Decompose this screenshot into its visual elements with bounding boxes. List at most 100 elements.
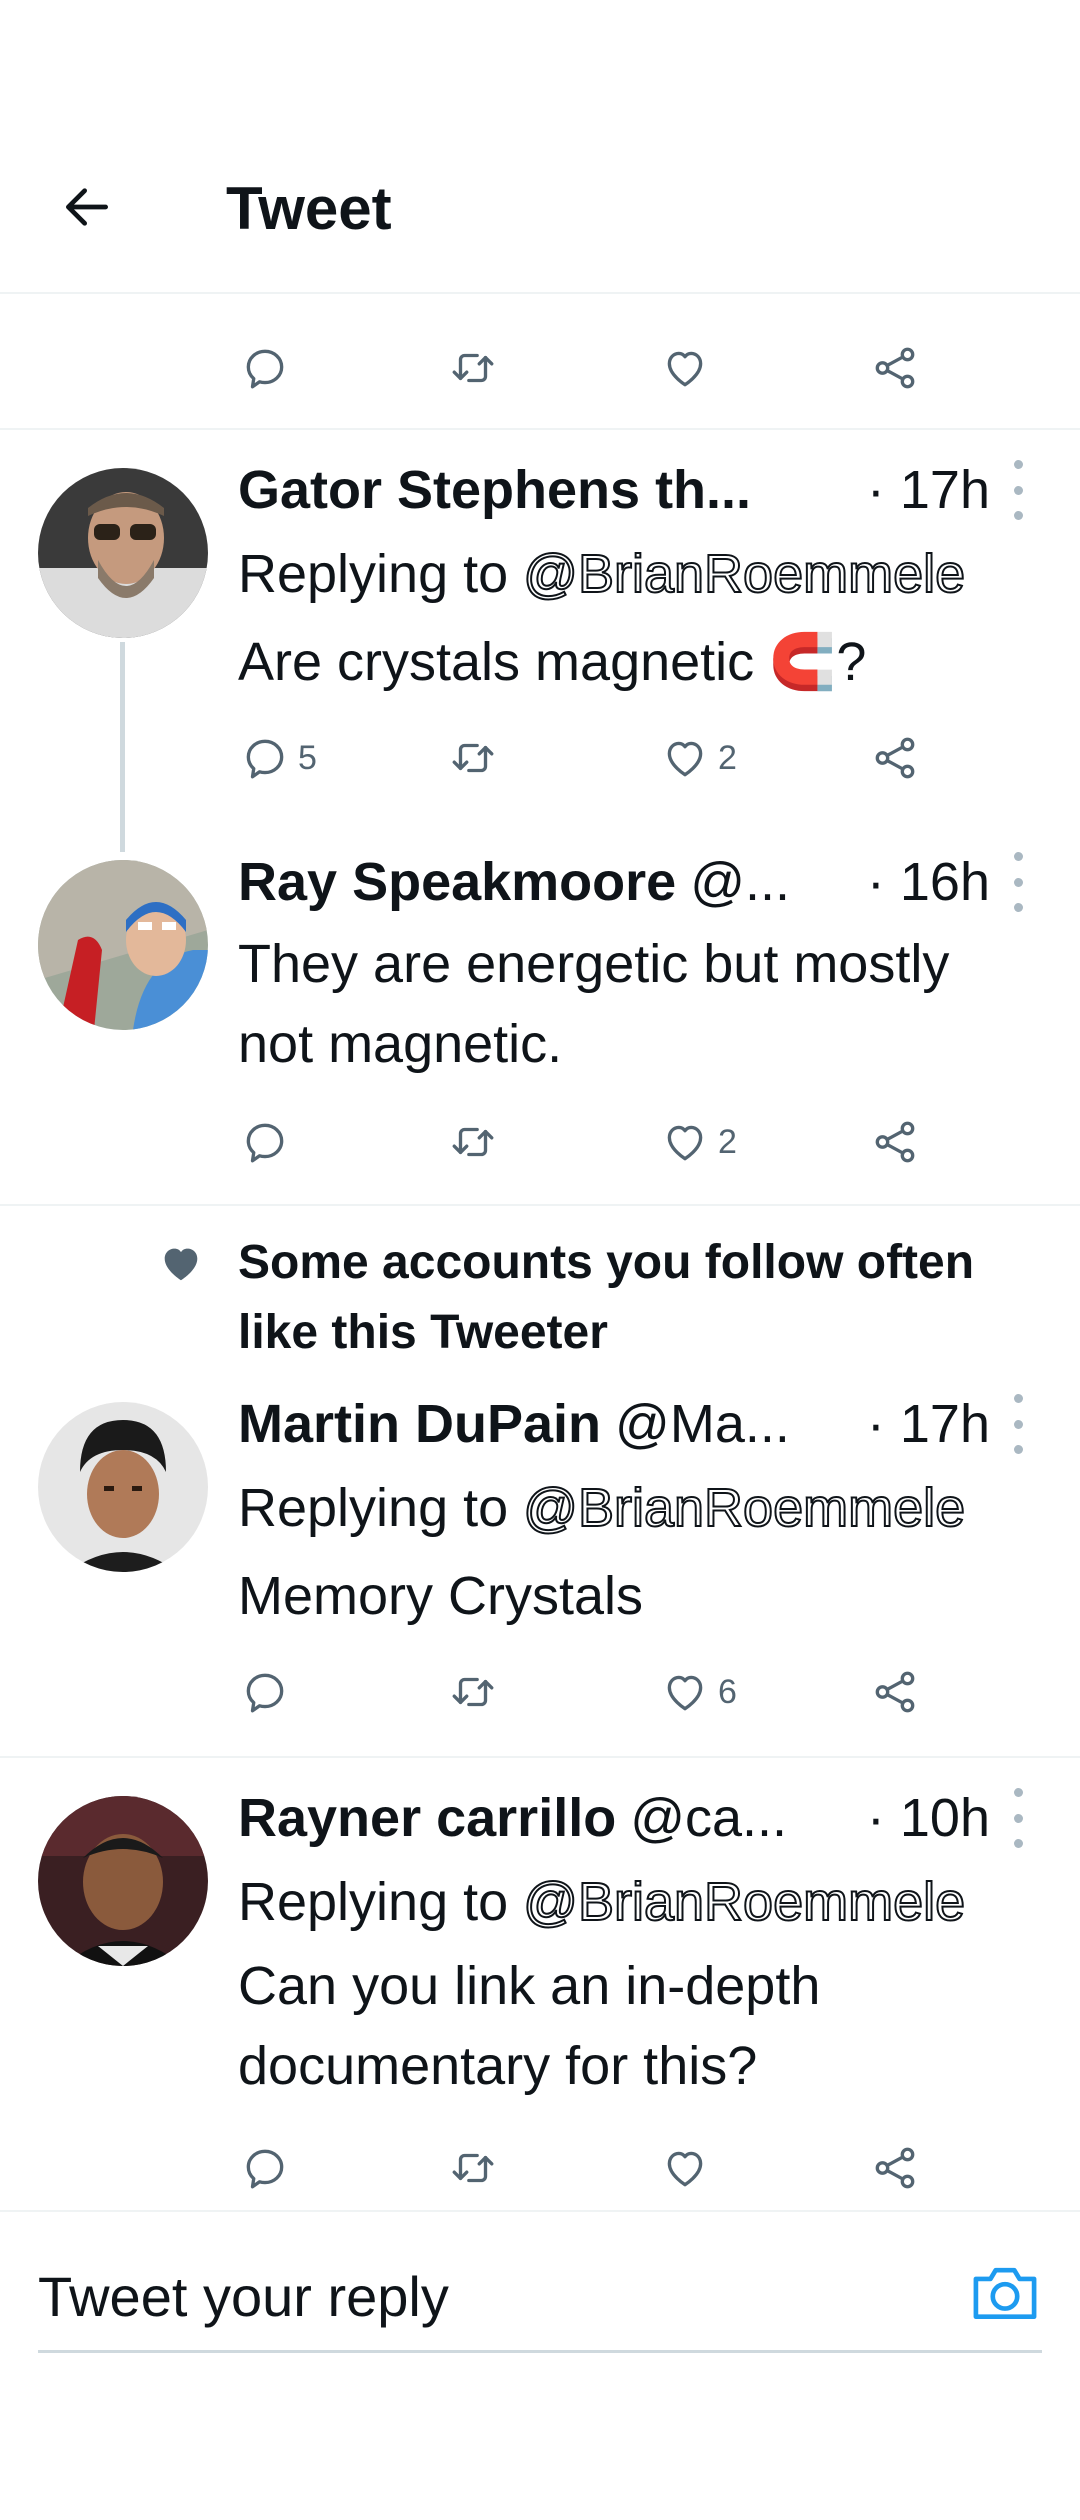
- avatar[interactable]: [38, 860, 208, 1030]
- like-count: 2: [718, 1122, 737, 1161]
- tweet-action-bar: 6: [0, 1652, 1080, 1732]
- like-count: 2: [718, 738, 737, 777]
- retweet-icon: [448, 733, 498, 783]
- reply-icon: [240, 1667, 290, 1717]
- like-button[interactable]: 6: [660, 1652, 737, 1732]
- retweet-icon: [448, 343, 498, 393]
- heart-icon: [660, 1667, 710, 1717]
- display-name[interactable]: Rayner carrillo: [238, 1787, 616, 1849]
- username[interactable]: @ca...: [630, 1787, 787, 1849]
- avatar-image: [38, 860, 208, 1030]
- divider: [0, 1204, 1080, 1206]
- avatar[interactable]: [38, 1796, 208, 1966]
- mention-link[interactable]: @BrianRoemmele: [522, 1477, 966, 1539]
- heart-icon: [660, 2143, 710, 2193]
- timestamp-wrap: · 10h: [838, 1782, 1038, 1854]
- replying-prefix: Replying to: [238, 544, 524, 604]
- reply-input[interactable]: Tweet your reply: [38, 2264, 449, 2329]
- top-app-bar: Tweet: [0, 0, 1080, 294]
- divider: [0, 1756, 1080, 1758]
- heart-filled-icon: [164, 1248, 198, 1281]
- timestamp[interactable]: · 16h: [867, 846, 990, 918]
- share-button[interactable]: [870, 1102, 920, 1182]
- retweet-button[interactable]: [448, 1652, 498, 1732]
- share-icon: [870, 1117, 920, 1167]
- heart-icon: [660, 733, 710, 783]
- share-icon: [870, 1667, 920, 1717]
- tweet-text: Memory Crystals: [238, 1566, 644, 1626]
- username[interactable]: @...: [690, 851, 790, 913]
- avatar[interactable]: [38, 468, 208, 638]
- retweet-icon: [448, 1117, 498, 1167]
- mention-link[interactable]: @BrianRoemmele: [522, 1871, 966, 1933]
- divider: [0, 428, 1080, 430]
- share-icon: [870, 343, 920, 393]
- retweet-button[interactable]: [448, 718, 498, 798]
- display-name[interactable]: Martin DuPain: [238, 1393, 601, 1455]
- timestamp-wrap: · 16h: [838, 846, 1038, 918]
- reply-button[interactable]: [240, 1102, 290, 1182]
- reply-icon: [240, 1117, 290, 1167]
- page-title: Tweet: [226, 175, 392, 242]
- main-tweet-action-bar: [0, 328, 1080, 408]
- share-icon: [870, 733, 920, 783]
- reply-button[interactable]: [240, 328, 290, 408]
- more-vertical-icon[interactable]: [1012, 1394, 1024, 1454]
- replying-to: Replying to @BrianRoemmele: [238, 1472, 966, 1544]
- reply-button[interactable]: [240, 2128, 290, 2208]
- like-button[interactable]: [660, 328, 710, 408]
- display-name[interactable]: Gator Stephens th...: [238, 459, 751, 521]
- timestamp[interactable]: · 17h: [867, 454, 990, 526]
- timestamp-wrap: · 17h: [838, 1388, 1038, 1460]
- share-button[interactable]: [870, 328, 920, 408]
- reply-count: 5: [298, 738, 317, 777]
- tweet-action-bar: 2: [0, 1102, 1080, 1182]
- share-button[interactable]: [870, 1652, 920, 1732]
- reply-input-underline: [38, 2350, 1042, 2353]
- more-vertical-icon[interactable]: [1012, 1788, 1024, 1848]
- reply-icon: [240, 2143, 290, 2193]
- username[interactable]: @Ma...: [615, 1393, 790, 1455]
- arrow-left-icon: [66, 188, 108, 226]
- like-button[interactable]: 2: [660, 718, 737, 798]
- reply-composer: Tweet your reply: [0, 2210, 1080, 2360]
- replying-to: Replying to @BrianRoemmele: [238, 538, 966, 610]
- more-vertical-icon[interactable]: [1012, 460, 1024, 520]
- avatar-image: [38, 1796, 208, 1966]
- mention-link[interactable]: @BrianRoemmele: [522, 543, 966, 605]
- avatar-image: [38, 468, 208, 638]
- reply-icon: [240, 343, 290, 393]
- share-button[interactable]: [870, 718, 920, 798]
- camera-icon[interactable]: [968, 2260, 1042, 2324]
- reply-button[interactable]: 5: [240, 718, 317, 798]
- replying-prefix: Replying to: [238, 1872, 524, 1932]
- heart-icon: [660, 343, 710, 393]
- heart-icon: [660, 1117, 710, 1167]
- timestamp[interactable]: · 10h: [867, 1782, 990, 1854]
- social-context: Some accounts you follow often like this…: [238, 1236, 975, 1359]
- share-button[interactable]: [870, 2128, 920, 2208]
- like-button[interactable]: 2: [660, 1102, 737, 1182]
- timestamp[interactable]: · 17h: [867, 1388, 990, 1460]
- like-button[interactable]: [660, 2128, 710, 2208]
- like-count: 6: [718, 1672, 737, 1711]
- avatar[interactable]: [38, 1402, 208, 1572]
- tweet-text: They are energetic but mostly not magnet…: [238, 934, 950, 1074]
- tweet-action-bar: 5 2: [0, 718, 1080, 798]
- reply-button[interactable]: [240, 1652, 290, 1732]
- replying-prefix: Replying to: [238, 1478, 524, 1538]
- tweet-action-bar: [0, 2128, 1080, 2208]
- avatar-image: [38, 1402, 208, 1572]
- share-icon: [870, 2143, 920, 2193]
- retweet-button[interactable]: [448, 1102, 498, 1182]
- timestamp-wrap: · 17h: [838, 454, 1038, 526]
- reply-icon: [240, 733, 290, 783]
- retweet-icon: [448, 1667, 498, 1717]
- more-vertical-icon[interactable]: [1012, 852, 1024, 912]
- retweet-button[interactable]: [448, 328, 498, 408]
- retweet-button[interactable]: [448, 2128, 498, 2208]
- replying-to: Replying to @BrianRoemmele: [238, 1866, 966, 1938]
- display-name[interactable]: Ray Speakmoore: [238, 851, 676, 913]
- tweet-text: Can you link an in-depth documentary for…: [238, 1956, 821, 2096]
- back-button[interactable]: [52, 172, 122, 242]
